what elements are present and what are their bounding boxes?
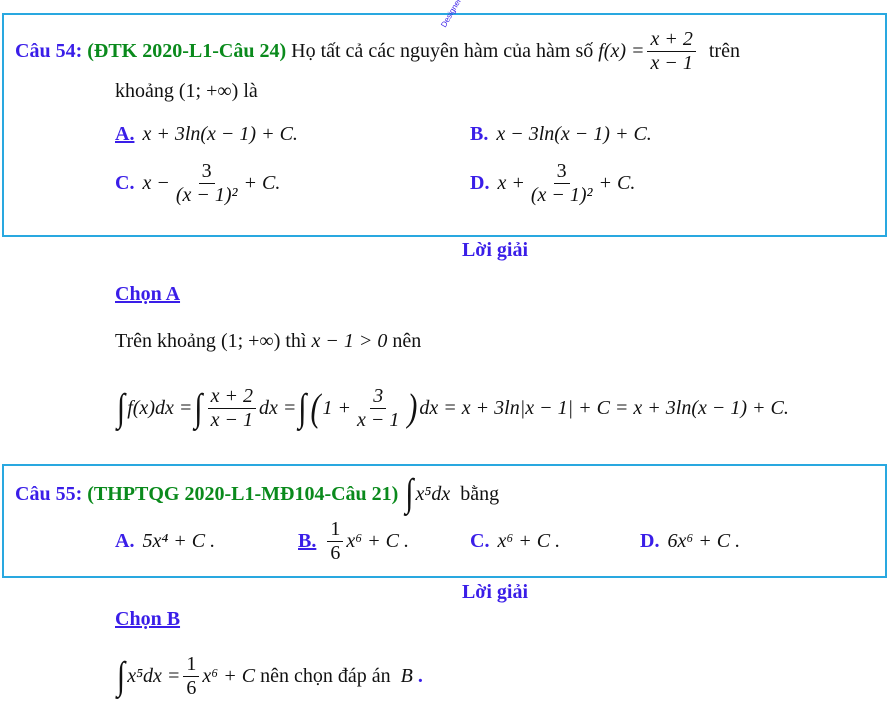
math: x⁶ + C (202, 665, 256, 687)
option-a[interactable]: A. 5x⁴ + C . (115, 530, 215, 553)
q55-line1: Câu 55: (THPTQG 2020-L1-MĐ104-Câu 21) ∫ x… (15, 472, 500, 515)
option-text: 6x⁶ + C . (667, 530, 741, 552)
interval: (1; +∞) (220, 330, 281, 352)
denominator: 6 (186, 677, 197, 699)
option-text: x⁶ + C . (497, 530, 561, 552)
fraction: 16 (183, 653, 200, 700)
option-key: C. (470, 530, 490, 552)
math: x⁵dx = (127, 665, 181, 687)
option-a[interactable]: A. x + 3ln(x − 1) + C. (115, 123, 298, 146)
numerator: 1 (327, 518, 344, 542)
integral-sign: ∫ (194, 386, 203, 430)
option-d[interactable]: D. x +3 (x − 1)² + C. (470, 160, 635, 207)
denominator: (x − 1)² (175, 184, 238, 206)
denominator: x − 1 (357, 409, 400, 431)
option-key: A. (115, 530, 135, 552)
text: nên chọn đáp án (260, 665, 391, 687)
integral-sign: ∫ (405, 471, 414, 515)
text: bằng (460, 482, 500, 505)
integral-sign: ∫ (298, 386, 307, 430)
numerator: 3 (553, 160, 570, 184)
option-b[interactable]: B. 1 6 x⁶ + C . (298, 518, 409, 565)
option-key: B. (470, 123, 489, 145)
option-c[interactable]: C. x⁶ + C . (470, 530, 560, 553)
denominator: x − 1 (210, 409, 253, 431)
solution-title: Lời giải (461, 239, 529, 261)
question-stem: Họ tất cả các nguyên hàm của hàm số (291, 40, 594, 62)
denominator: 6 (330, 542, 341, 564)
function: f(x) = (598, 40, 645, 62)
option-text: x − 3ln(x − 1) + C. (496, 123, 652, 145)
solution-title: Lời giải (461, 581, 529, 603)
period: . (417, 665, 423, 687)
option-text: x + 3ln(x − 1) + C. (142, 123, 298, 145)
integral-sign: ∫ (117, 386, 126, 430)
question-source: (THPTQG 2020-L1-MĐ104-Câu 21) (87, 482, 399, 505)
denominator: x − 1 (650, 52, 693, 74)
fraction: x + 2x − 1 (207, 385, 256, 432)
text: nên (392, 330, 422, 352)
option-d[interactable]: D. 6x⁶ + C . (640, 530, 740, 553)
option-key: B. (298, 530, 317, 552)
integral-derivation: ∫ f(x)dx = ∫ x + 2x − 1 dx = ∫(1 +3 x − 1) dx… (115, 385, 789, 432)
math: f(x)dx = (127, 397, 193, 419)
question-source: (ĐTK 2020-L1-Câu 24) (87, 40, 287, 62)
chosen-answer: Chọn A (115, 283, 181, 305)
option-text: + C. (598, 172, 636, 194)
option-b[interactable]: B. x − 3ln(x − 1) + C. (470, 123, 652, 146)
numerator: 1 (183, 653, 200, 677)
numerator: x + 2 (647, 28, 696, 52)
chosen-answer: Chọn B (115, 608, 181, 630)
inequality: x − 1 > 0 (311, 330, 388, 352)
question-number: Câu 54: (15, 40, 83, 62)
fraction: 3x − 1 (354, 385, 402, 432)
denominator: (x − 1)² (530, 184, 593, 206)
integral-sign: ∫ (117, 654, 126, 698)
math: dx = x + 3ln|x − 1| + C = x + 3ln(x − 1)… (419, 397, 789, 419)
option-key: C. (115, 172, 135, 194)
fraction: 3 (x − 1)² (528, 160, 596, 207)
fraction: 3 (x − 1)² (173, 160, 241, 207)
option-c[interactable]: C. x −3 (x − 1)² + C. (115, 160, 280, 207)
stem-tail: trên (708, 40, 740, 62)
math: 1 + (322, 397, 352, 419)
question-number: Câu 55: (15, 482, 83, 505)
fraction: x + 2x − 1 (647, 28, 696, 75)
answer-letter: B (400, 665, 413, 687)
text: Trên khoảng (115, 330, 216, 352)
numerator: 3 (370, 385, 387, 409)
option-text: x⁶ + C . (346, 530, 410, 552)
interval: (1; +∞) (178, 80, 239, 102)
solution-line1: Trên khoảng (1; +∞) thì x − 1 > 0 nên (115, 330, 421, 353)
math: x⁵dx (415, 482, 451, 505)
math: dx = (258, 397, 297, 419)
solution-line: ∫ x⁵dx = 1 6 x⁶ + C nên chọn đáp án B . (115, 653, 423, 700)
text: là (243, 80, 258, 102)
paren: ( (310, 386, 321, 430)
q54-line1: Câu 54: (ĐTK 2020-L1-Câu 24) Họ tất cả c… (15, 28, 740, 75)
text: khoảng (115, 80, 174, 102)
q54-line2: khoảng (1; +∞) là (115, 80, 258, 103)
option-text: 5x⁴ + C . (142, 530, 216, 552)
option-text: x + (497, 172, 525, 194)
option-key: A. (115, 123, 135, 145)
fraction: 16 (327, 518, 344, 565)
numerator: 3 (198, 160, 215, 184)
text: thì (285, 330, 307, 352)
option-text: x − (142, 172, 170, 194)
option-text: + C. (243, 172, 281, 194)
paren: ) (407, 386, 418, 430)
option-key: D. (470, 172, 490, 194)
option-key: D. (640, 530, 660, 552)
numerator: x + 2 (207, 385, 256, 409)
